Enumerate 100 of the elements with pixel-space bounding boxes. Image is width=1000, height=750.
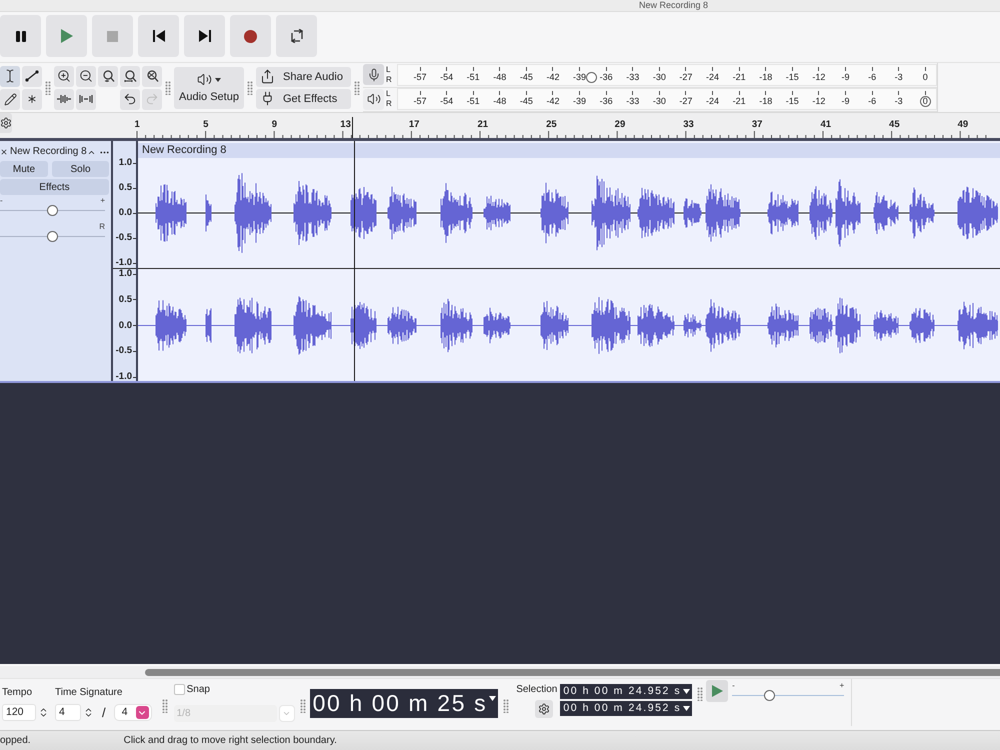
meter-scale-label: -18 — [756, 89, 776, 106]
speaker-button[interactable] — [363, 88, 384, 110]
speaker-icon — [366, 92, 380, 106]
ruler-label: 33 — [683, 119, 694, 131]
zoom-out-icon — [79, 69, 93, 83]
selection-settings-button[interactable] — [535, 700, 554, 718]
envelope-tool-button[interactable] — [22, 66, 42, 86]
meter-scale-label: -42 — [542, 89, 563, 106]
meter-scale-label: -24 — [702, 64, 723, 82]
meter-scale-label: -45 — [516, 89, 536, 106]
grip-icon[interactable] — [45, 80, 51, 94]
multi-tool-button[interactable] — [22, 88, 42, 110]
amplitude-label: -0.5 — [116, 346, 136, 356]
clip-header[interactable]: New Recording 8 — [138, 143, 1000, 158]
meter-scale-label: -27 — [676, 89, 696, 106]
undo-button[interactable] — [120, 88, 140, 110]
channel-label: R — [386, 99, 393, 110]
pause-icon — [16, 30, 26, 42]
fit-project-button[interactable] — [120, 66, 140, 86]
meter-scale-label: -3 — [888, 64, 909, 82]
time-display[interactable]: 00 h 00 m 25 s — [310, 689, 498, 718]
record-icon — [244, 30, 257, 42]
ruler-label: 21 — [477, 119, 488, 131]
pause-button[interactable] — [0, 15, 41, 57]
silence-icon — [79, 94, 93, 104]
meter-scale-label: -21 — [729, 64, 750, 82]
selection-time-field[interactable]: 00 h 00 m 24.952 s — [560, 701, 692, 716]
spinner-icon[interactable] — [38, 707, 49, 718]
grip-icon[interactable] — [165, 80, 171, 94]
microphone-button[interactable] — [363, 64, 384, 86]
meter-scale-label: -24 — [702, 89, 723, 106]
select-tool-button[interactable] — [0, 66, 20, 86]
scrollbar-thumb[interactable] — [145, 668, 1000, 676]
audio-setup-button[interactable]: Audio Setup — [174, 66, 244, 108]
tempo-field[interactable]: 120 — [2, 704, 36, 721]
meter-scale-label: -45 — [516, 64, 536, 82]
grip-icon[interactable] — [503, 699, 510, 713]
clip-title: New Recording 8 — [142, 144, 226, 157]
skip-to-end-button[interactable] — [184, 15, 225, 57]
grip-icon[interactable] — [162, 699, 168, 713]
selection-time-field[interactable]: 00 h 00 m 24.952 s — [560, 684, 692, 699]
share-toolbar-button[interactable]: Get Effects — [256, 88, 351, 108]
slider-thumb[interactable] — [47, 205, 58, 216]
share-toolbar-button[interactable]: Share Audio — [256, 66, 351, 86]
chevron-down-icon — [136, 706, 149, 719]
slider-min-label: - — [732, 682, 735, 690]
selection-label: Selection — [516, 684, 558, 696]
caret-icon — [683, 689, 690, 694]
grip-icon[interactable] — [354, 80, 360, 94]
meter-scale-label: -57 — [410, 64, 430, 82]
meter-scale-label: -3 — [888, 89, 909, 106]
slider-thumb[interactable] — [586, 72, 598, 83]
spinner-icon[interactable] — [83, 707, 94, 718]
meter-scale-label: -6 — [862, 64, 882, 82]
slider-thumb[interactable] — [920, 96, 931, 108]
fit-selection-button[interactable] — [98, 66, 118, 86]
settings-icon — [0, 117, 12, 129]
grip-icon[interactable] — [247, 80, 253, 94]
meter-scale-label: -36 — [596, 64, 616, 82]
meter-scale-label: -12 — [808, 89, 829, 106]
envelope-tool-icon — [25, 70, 39, 82]
microphone-icon — [366, 68, 380, 82]
zoom-toggle-button[interactable] — [142, 66, 162, 86]
slider-thumb[interactable] — [47, 231, 58, 242]
silence-button[interactable] — [76, 88, 96, 110]
beat-unit-dropdown[interactable]: 4 — [114, 704, 152, 721]
settings-button[interactable] — [0, 113, 12, 133]
draw-tool-button[interactable] — [0, 88, 20, 110]
zoom-out-button[interactable] — [76, 66, 96, 86]
play-at-speed-button[interactable] — [706, 680, 728, 702]
close-icon[interactable] — [0, 148, 8, 156]
meter-scale-label: -33 — [622, 64, 643, 82]
track-toggle-button[interactable]: Solo — [52, 161, 109, 177]
level-meter[interactable]: -57 -54 -51 -48 -45 -42 -39 -36 -33 -30 -27 -24 -21 -18 -15 -12 -9 -6 -3 0 — [397, 64, 937, 86]
zoom-in-button[interactable] — [54, 66, 74, 86]
skip-to-start-icon — [152, 30, 164, 42]
meter-scale-label: -30 — [649, 89, 670, 106]
cursor-line — [352, 117, 353, 138]
ruler-label: 13 — [340, 119, 351, 131]
grip-icon[interactable] — [697, 687, 704, 701]
track-toggle-button[interactable]: Mute — [0, 161, 48, 177]
meter-scale-label: -54 — [436, 89, 457, 106]
meter-scale-label: -15 — [782, 89, 802, 106]
slider-thumb[interactable] — [764, 690, 776, 701]
meter-scale-label: -42 — [542, 64, 563, 82]
channel-label: L — [386, 89, 392, 100]
zoom-fit-selection-icon — [102, 70, 114, 82]
loop-button[interactable] — [276, 15, 317, 57]
level-meter[interactable]: -57 -54 -51 -48 -45 -42 -39 -36 -33 -30 -27 -24 -21 -18 -15 -12 -9 -6 -3 0 — [397, 88, 937, 110]
ruler-label: 1 — [134, 119, 140, 131]
grip-icon[interactable] — [300, 699, 306, 713]
skip-to-start-button[interactable] — [138, 15, 179, 57]
record-button[interactable] — [230, 15, 271, 57]
beats-field[interactable]: 4 — [55, 704, 81, 721]
effects-button[interactable]: Effects — [0, 179, 109, 195]
slider-max-label: + — [839, 682, 844, 690]
track-name[interactable]: New Recording 8 — [10, 146, 87, 158]
play-button[interactable] — [46, 15, 87, 57]
meter-scale-label: -12 — [808, 64, 829, 82]
trim-button[interactable] — [54, 88, 74, 110]
